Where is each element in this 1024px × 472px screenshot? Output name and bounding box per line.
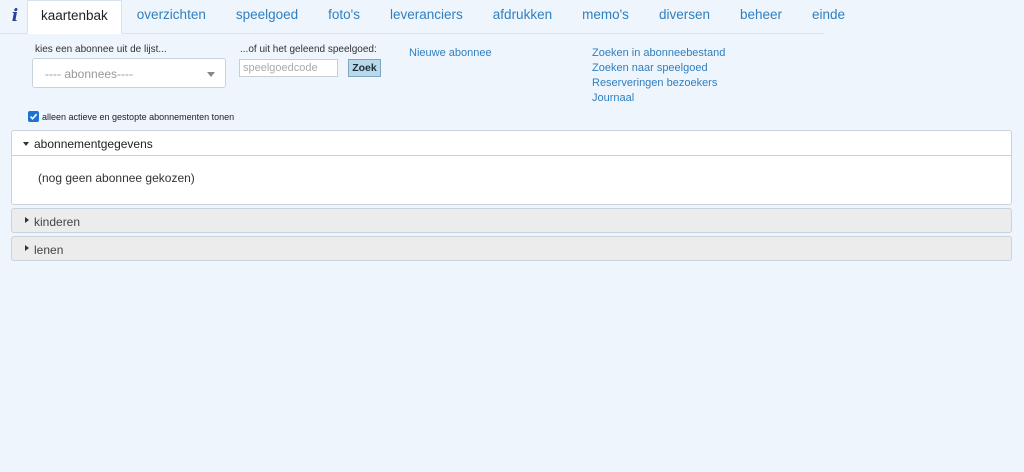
tab-speelgoed[interactable]: speelgoed <box>221 0 313 33</box>
caret-right-icon <box>25 217 29 223</box>
search-subscriber-file-link[interactable]: Zoeken in abonneebestand <box>592 47 725 59</box>
visitor-reservations-link[interactable]: Reserveringen bezoekers <box>592 77 717 89</box>
loans-panel-title: lenen <box>34 243 64 257</box>
tab-diversen[interactable]: diversen <box>644 0 725 33</box>
subscriber-select[interactable]: ---- abonnees---- <box>32 58 226 88</box>
checkmark-icon <box>29 113 38 120</box>
tab-fotos[interactable]: foto's <box>313 0 375 33</box>
subscription-panel: abonnementgegevens (nog geen abonnee gek… <box>11 130 1012 205</box>
main-tabs: kaartenbak overzichten speelgoed foto's … <box>27 0 860 34</box>
tab-einde[interactable]: einde <box>797 0 860 33</box>
tab-kaartenbak[interactable]: kaartenbak <box>27 0 122 34</box>
tab-overzichten[interactable]: overzichten <box>122 0 221 33</box>
loans-panel-header[interactable]: lenen <box>11 236 1012 261</box>
top-nav-bar: i kaartenbak overzichten speelgoed foto'… <box>0 0 845 34</box>
active-filter-label: alleen actieve en gestopte abonnementen … <box>42 112 235 122</box>
subscriber-select-value: ---- abonnees---- <box>45 67 134 81</box>
active-filter-checkbox[interactable] <box>28 111 39 122</box>
journal-link[interactable]: Journaal <box>592 92 634 104</box>
subscription-panel-title: abonnementgegevens <box>34 137 153 151</box>
tab-afdrukken[interactable]: afdrukken <box>478 0 567 33</box>
tab-memos[interactable]: memo's <box>567 0 644 33</box>
subscription-panel-header[interactable]: abonnementgegevens <box>12 131 1011 156</box>
children-panel-title: kinderen <box>34 215 81 229</box>
search-toys-link[interactable]: Zoeken naar speelgoed <box>592 62 708 74</box>
tab-beheer[interactable]: beheer <box>725 0 797 33</box>
search-button[interactable]: Zoek <box>348 59 381 77</box>
info-icon[interactable]: i <box>8 6 22 26</box>
tab-leveranciers[interactable]: leveranciers <box>375 0 478 33</box>
new-subscriber-link[interactable]: Nieuwe abonnee <box>409 47 492 59</box>
caret-right-icon <box>25 245 29 251</box>
caret-down-icon <box>23 142 29 146</box>
subscription-panel-empty-text: (nog geen abonnee gekozen) <box>38 171 195 185</box>
toy-code-input[interactable] <box>239 59 338 77</box>
chevron-down-icon <box>207 72 215 77</box>
subscriber-select-label: kies een abonnee uit de lijst... <box>35 44 167 55</box>
toy-code-label: ...of uit het geleend speelgoed: <box>240 44 377 55</box>
children-panel-header[interactable]: kinderen <box>11 208 1012 233</box>
